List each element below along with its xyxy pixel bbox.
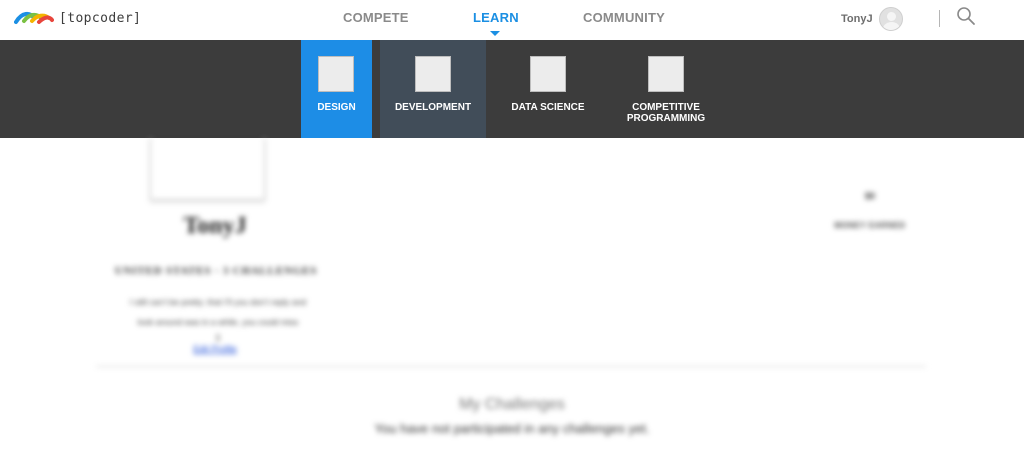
no-challenges-message: You have not participated in any challen… — [374, 421, 650, 436]
user-avatar-icon — [878, 7, 903, 31]
search-icon[interactable] — [956, 6, 976, 26]
submenu-label: DESIGN — [317, 102, 356, 113]
profile-handle: TonyJ — [183, 213, 247, 239]
submenu-item-competitive-programming[interactable]: COMPETITIVE PROGRAMMING — [612, 40, 720, 138]
development-icon — [415, 56, 451, 92]
header-divider — [939, 10, 940, 27]
submenu-label: DATA SCIENCE — [511, 102, 585, 113]
active-nav-caret-icon — [490, 31, 500, 36]
top-header: [topcoder] COMPETE LEARN COMMUNITY TonyJ — [0, 0, 1024, 40]
profile-area: TonyJ UNITED STATES · 3 CHALLENGES I sti… — [0, 138, 1024, 474]
submenu-item-design[interactable]: DESIGN — [301, 40, 372, 138]
user-menu[interactable]: TonyJ — [841, 7, 903, 31]
my-challenges-heading: My Challenges — [459, 396, 565, 413]
edit-profile-link[interactable]: Edit Profile — [150, 344, 280, 354]
earnings-value: $0 — [864, 191, 875, 201]
learn-submenu: DESIGN DEVELOPMENT DATA SCIENCE COMPETIT… — [0, 40, 1024, 138]
data-science-icon — [530, 56, 566, 92]
nav-learn[interactable]: LEARN — [473, 10, 519, 25]
bio-line: look around was in a while, you could mi… — [137, 317, 299, 327]
nav-compete[interactable]: COMPETE — [343, 10, 409, 25]
earnings-label: MONEY EARNED — [834, 221, 906, 230]
profile-bio: I still can’t be pretty; that I’ll you d… — [104, 292, 332, 342]
bio-separator: || — [215, 332, 221, 342]
submenu-label: DEVELOPMENT — [394, 102, 472, 113]
bio-line: I still can’t be pretty; that I’ll you d… — [129, 297, 307, 307]
submenu-label: COMPETITIVE PROGRAMMING — [626, 102, 706, 124]
section-divider — [96, 366, 926, 367]
nav-community[interactable]: COMMUNITY — [583, 10, 665, 25]
submenu-item-data-science[interactable]: DATA SCIENCE — [500, 40, 596, 138]
profile-country-line: UNITED STATES · 3 CHALLENGES — [114, 265, 318, 277]
competitive-programming-icon — [648, 56, 684, 92]
profile-photo — [150, 138, 265, 200]
design-icon — [318, 56, 354, 92]
submenu-item-development[interactable]: DEVELOPMENT — [380, 40, 486, 138]
username: TonyJ — [841, 13, 873, 25]
